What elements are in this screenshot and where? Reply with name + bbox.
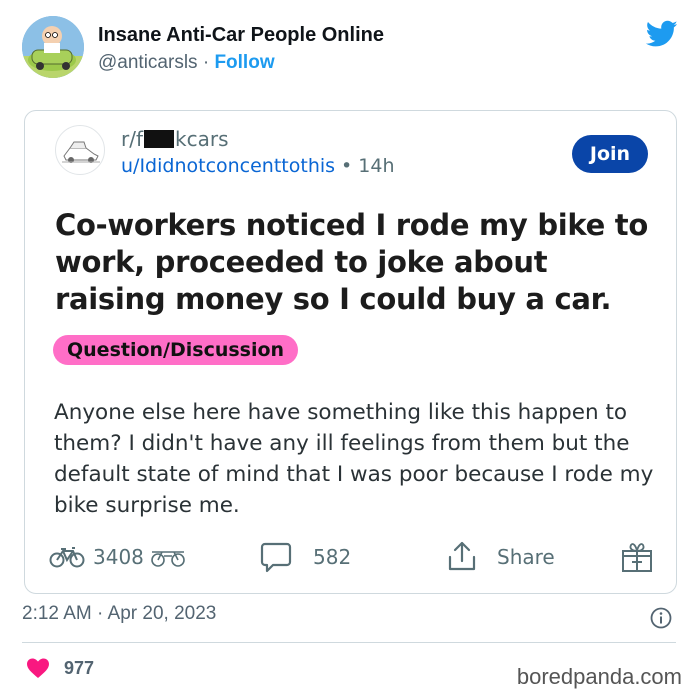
reddit-post-card[interactable]: r/f kcars u/Ididnotconcenttothis • 14h Join… bbox=[24, 110, 677, 594]
comment-icon bbox=[260, 542, 292, 573]
author-handle-row: @anticarsls · Follow bbox=[98, 52, 275, 74]
handle-separator: · bbox=[202, 52, 210, 73]
avatar[interactable] bbox=[22, 16, 84, 78]
comment-button[interactable]: 582 bbox=[259, 535, 351, 579]
post-age: 14h bbox=[358, 155, 395, 177]
redaction-bar bbox=[144, 130, 175, 148]
info-icon[interactable] bbox=[650, 607, 672, 629]
twitter-bird-icon[interactable] bbox=[646, 20, 678, 48]
bike-upvote-icon[interactable] bbox=[49, 546, 85, 568]
author-handle[interactable]: @anticarsls bbox=[98, 52, 198, 73]
like-count: 977 bbox=[64, 657, 95, 678]
post-title[interactable]: Co-workers noticed I rode my bike to wor… bbox=[55, 207, 655, 318]
post-meta: u/Ididnotconcenttothis • 14h bbox=[121, 155, 394, 177]
subreddit-name[interactable]: r/f kcars bbox=[121, 127, 229, 151]
watermark: boredpanda.com bbox=[516, 664, 682, 689]
share-icon bbox=[448, 541, 476, 571]
post-actions: 3408 582 Share bbox=[47, 535, 659, 579]
meta-dot: • bbox=[341, 155, 353, 177]
post-username[interactable]: u/Ididnotconcenttothis bbox=[121, 155, 335, 177]
heart-icon bbox=[27, 658, 49, 678]
gift-icon bbox=[622, 543, 652, 572]
award-button[interactable] bbox=[619, 535, 655, 579]
follow-link[interactable]: Follow bbox=[214, 52, 274, 73]
comment-count: 582 bbox=[313, 545, 352, 569]
author-name[interactable]: Insane Anti-Car People Online bbox=[98, 24, 384, 47]
tweet-timestamp[interactable]: 2:12 AM · Apr 20, 2023 bbox=[22, 603, 216, 625]
subreddit-suffix: kcars bbox=[175, 127, 229, 151]
like-button[interactable]: 977 bbox=[26, 656, 94, 680]
join-button[interactable]: Join bbox=[572, 135, 648, 173]
subreddit-prefix: r/f bbox=[121, 127, 144, 151]
post-body: Anyone else here have something like thi… bbox=[54, 400, 654, 518]
share-button[interactable]: Share bbox=[445, 535, 555, 579]
subreddit-icon[interactable] bbox=[55, 125, 105, 175]
share-label: Share bbox=[497, 545, 555, 569]
bike-downvote-icon[interactable] bbox=[150, 546, 186, 568]
upvote-count: 3408 bbox=[93, 545, 144, 569]
vote-group: 3408 bbox=[49, 535, 186, 579]
tweet-header: Insane Anti-Car People Online @anticarsl… bbox=[22, 14, 682, 84]
post-flair[interactable]: Question/Discussion bbox=[53, 335, 299, 365]
divider bbox=[22, 642, 676, 643]
